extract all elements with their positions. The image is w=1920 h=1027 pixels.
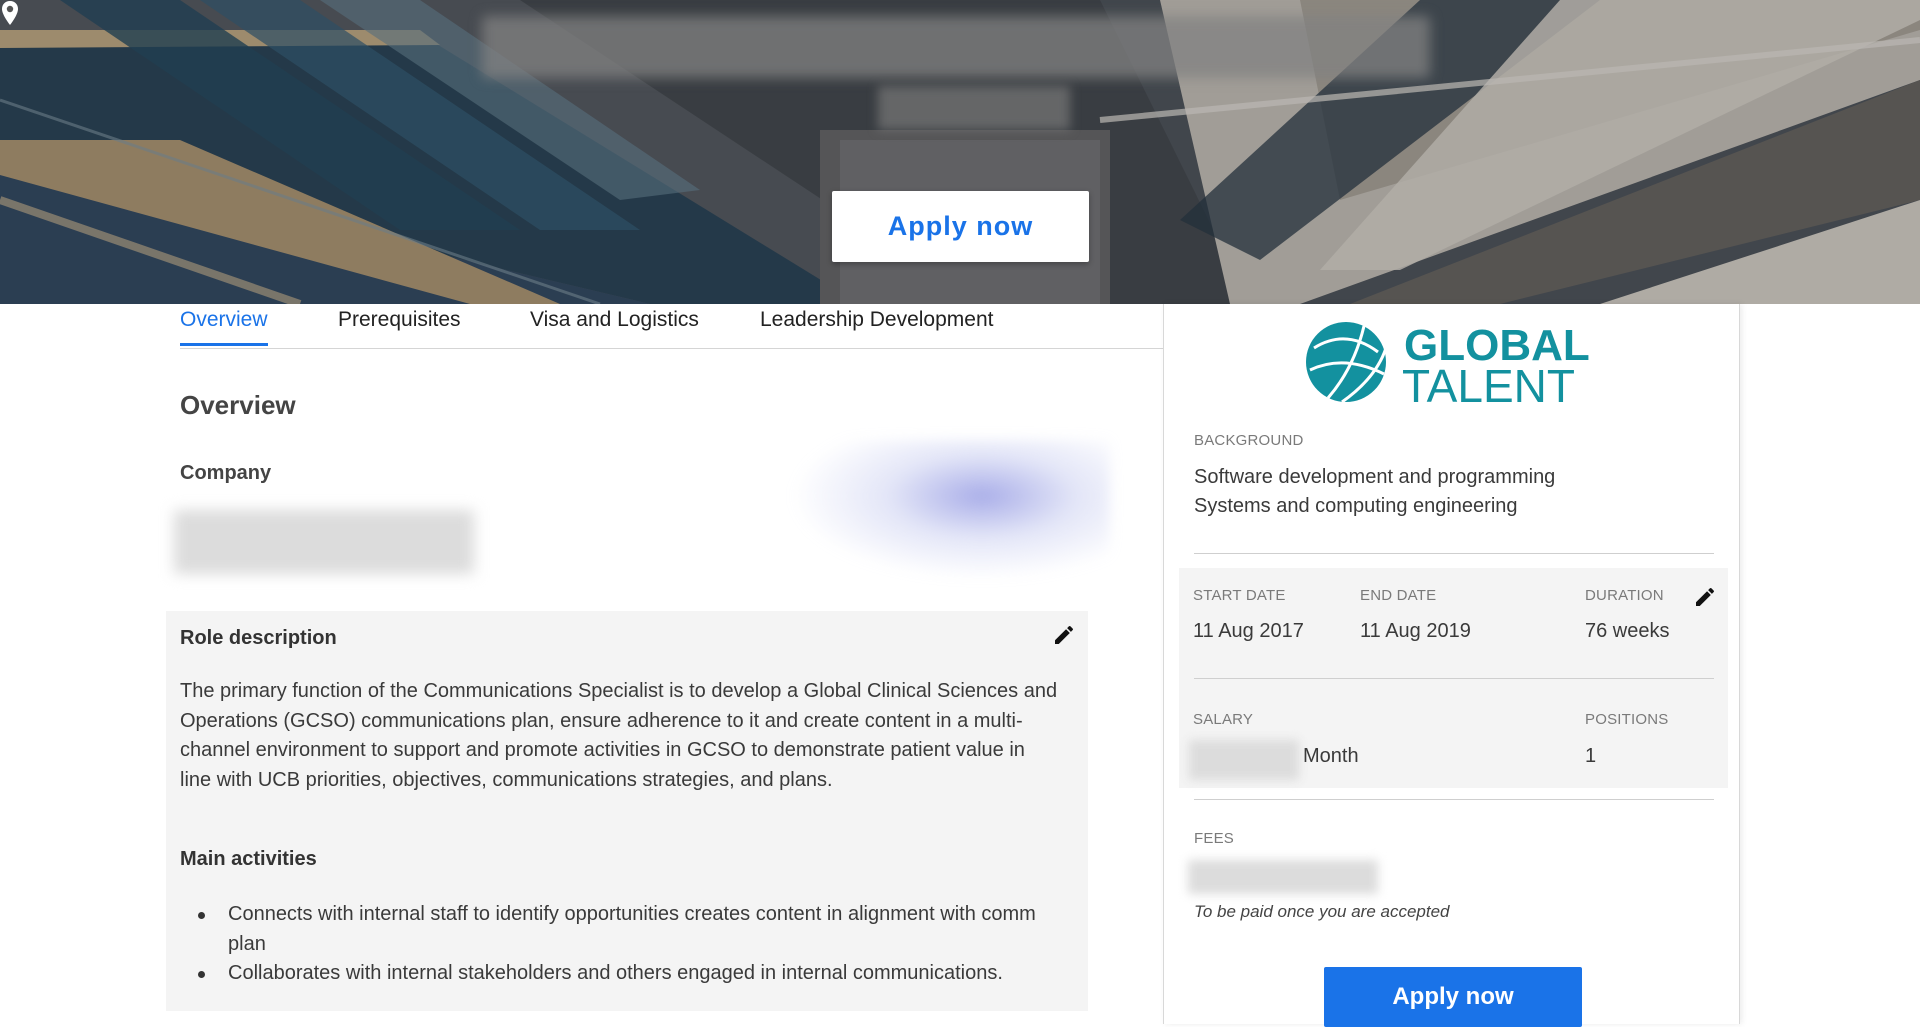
- end-date-value: 11 Aug 2019: [1360, 620, 1471, 642]
- activities-list: Connects with internal staff to identify…: [180, 900, 1060, 989]
- sidebar-apply-now-button[interactable]: Apply now: [1324, 967, 1582, 1027]
- list-item: Collaborates with internal stakeholders …: [180, 959, 1060, 989]
- divider: [1194, 553, 1714, 554]
- role-description-text: The primary function of the Communicatio…: [180, 680, 1058, 791]
- duration-value: 76 weeks: [1585, 620, 1670, 642]
- overview-heading: Overview: [180, 390, 296, 420]
- tab-overview[interactable]: Overview: [180, 308, 268, 346]
- background-value-1: Software development and programming: [1194, 466, 1556, 488]
- salary-amount-redacted: [1189, 740, 1299, 780]
- tab-prerequisites[interactable]: Prerequisites: [338, 308, 461, 343]
- divider: [1194, 678, 1714, 679]
- list-item: Connects with internal staff to identify…: [180, 900, 1060, 959]
- company-name-redacted: [174, 510, 474, 574]
- end-date-label: END DATE: [1360, 587, 1437, 604]
- fees-amount-redacted: [1188, 860, 1378, 894]
- positions-label: POSITIONS: [1585, 711, 1669, 728]
- hero-banner: Apply now: [0, 0, 1920, 304]
- divider: [1194, 799, 1714, 800]
- salary-unit: Month: [1303, 745, 1359, 767]
- background-value-2: Systems and computing engineering: [1194, 495, 1518, 517]
- location-redacted: [878, 86, 1070, 130]
- duration-label: DURATION: [1585, 587, 1664, 604]
- job-summary-sidebar: GLOBAL TALENT BACKGROUND Software develo…: [1163, 304, 1740, 1027]
- dates-salary-panel: START DATE 11 Aug 2017 END DATE 11 Aug 2…: [1179, 568, 1728, 788]
- tab-bar: Overview Prerequisites Visa and Logistic…: [180, 304, 1163, 349]
- role-description-title: Role description: [180, 627, 337, 649]
- location-pin-icon: [2, 1, 18, 25]
- tab-leadership-development[interactable]: Leadership Development: [760, 308, 993, 343]
- background-label: BACKGROUND: [1194, 432, 1304, 449]
- positions-value: 1: [1585, 745, 1597, 767]
- tab-visa-logistics[interactable]: Visa and Logistics: [530, 308, 699, 343]
- main-activities-title: Main activities: [180, 848, 317, 870]
- company-logo-redacted: [790, 440, 1110, 580]
- pencil-icon[interactable]: [1052, 623, 1076, 647]
- role-description-panel: Role description The primary function of…: [166, 611, 1088, 1011]
- start-date-label: START DATE: [1193, 587, 1286, 604]
- apply-now-button[interactable]: Apply now: [832, 191, 1089, 262]
- fees-note: To be paid once you are accepted: [1194, 902, 1450, 921]
- salary-label: SALARY: [1193, 711, 1254, 728]
- logo-text-talent: TALENT: [1402, 360, 1575, 408]
- start-date-value: 11 Aug 2017: [1193, 620, 1304, 642]
- global-talent-logo: GLOBAL TALENT: [1306, 321, 1590, 408]
- job-title-redacted: [482, 16, 1430, 78]
- fees-label: FEES: [1194, 830, 1234, 847]
- company-label: Company: [180, 462, 272, 484]
- pencil-icon[interactable]: [1693, 585, 1717, 609]
